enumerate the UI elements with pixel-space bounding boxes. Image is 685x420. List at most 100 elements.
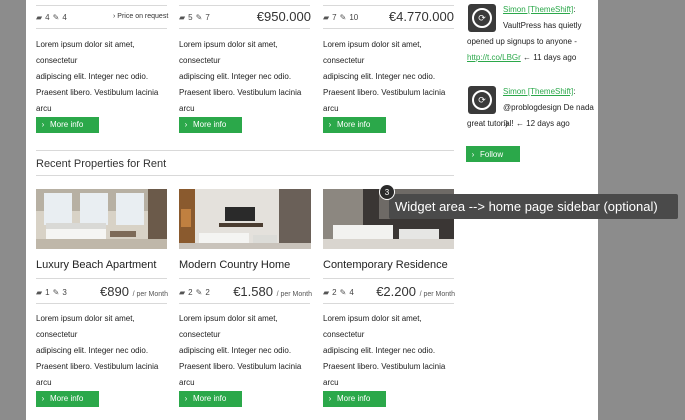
property-title[interactable]: Modern Country Home — [179, 259, 290, 271]
divider — [323, 303, 454, 304]
listing-meta: ▰ 2 ✎ 2 — [179, 285, 210, 299]
more-info-label: More info — [337, 120, 371, 129]
desc-line: Praesent libero. Vestibulum lacinia arcu — [179, 362, 302, 387]
bed-icon: ▰ — [36, 287, 43, 297]
tweet-author-link[interactable]: Simon [ThemeShift] — [503, 87, 573, 96]
divider — [323, 28, 454, 29]
chevron-right-icon: › — [41, 120, 45, 129]
more-info-label: More info — [337, 394, 371, 403]
price-request: › Price on request — [113, 13, 168, 20]
divider — [36, 28, 167, 29]
listing-price: €4.770.000 — [388, 9, 454, 24]
tweet-text: great tutorial! — [467, 119, 514, 128]
property-title[interactable]: Luxury Beach Apartment — [36, 259, 156, 271]
price-value: €2.200 — [376, 284, 416, 299]
desc-line: Praesent libero. Vestibulum lacinia arcu — [323, 362, 446, 387]
desc-line: Praesent libero. Vestibulum lacinia arcu — [36, 88, 159, 113]
tooltip-number-badge[interactable]: 3 — [379, 184, 395, 200]
chevron-right-icon: › — [184, 120, 188, 129]
more-info-button[interactable]: › More info — [323, 391, 386, 407]
price-value: €890 — [100, 284, 129, 299]
divider — [179, 303, 310, 304]
avatar[interactable]: ⟳ — [468, 4, 496, 32]
desc-line: adipiscing elit. Integer nec odio. — [323, 72, 436, 81]
desc-line: Lorem ipsum dolor sit amet, consectetur — [36, 314, 135, 339]
property-title[interactable]: Contemporary Residence — [323, 259, 448, 271]
desc-line: Praesent libero. Vestibulum lacinia arcu — [36, 362, 159, 387]
desc-line: Praesent libero. Vestibulum lacinia arcu — [323, 88, 446, 113]
desc-line: Lorem ipsum dolor sit amet, consectetur — [323, 40, 422, 65]
listing-price: €2.200 / per Month — [370, 284, 455, 299]
bath-icon: ✎ — [52, 12, 60, 22]
tweet-text: opened up signups to anyone - — [467, 37, 577, 46]
baths-count: 4 — [349, 287, 354, 297]
desc-line: adipiscing elit. Integer nec odio. — [179, 72, 292, 81]
section-title: Recent Properties for Rent — [36, 158, 167, 170]
baths-count: 7 — [205, 12, 210, 22]
more-info-button[interactable]: › More info — [323, 117, 386, 133]
listing-meta: ▰ 5 ✎ 7 — [179, 10, 210, 24]
price-value: €1.580 — [233, 284, 273, 299]
baths-count: 3 — [62, 287, 67, 297]
avatar-logo-icon: ⟳ — [472, 90, 492, 110]
property-photo[interactable] — [179, 189, 311, 249]
more-info-label: More info — [50, 394, 84, 403]
beds-count: 1 — [45, 287, 50, 297]
widget-area-tooltip: Widget area --> home page sidebar (optio… — [389, 194, 678, 219]
listing-price: €1.580 / per Month — [226, 284, 312, 299]
follow-button[interactable]: › Follow — [466, 146, 520, 162]
baths-count: 4 — [62, 12, 67, 22]
divider — [36, 278, 167, 279]
chevron-right-icon: › — [113, 13, 116, 20]
chevron-right-icon: › — [328, 394, 332, 403]
tweet-link[interactable]: http://t.co/LBGr — [467, 53, 521, 62]
listing-meta: ▰ 7 ✎ 10 — [323, 10, 358, 24]
bed-icon: ▰ — [179, 287, 186, 297]
bed-icon: ▰ — [323, 12, 330, 22]
beds-count: 7 — [332, 12, 337, 22]
more-info-button[interactable]: › More info — [36, 391, 99, 407]
listing-price: €890 / per Month — [95, 284, 168, 299]
tweet-time: ← 11 days ago — [523, 53, 577, 62]
divider — [179, 28, 310, 29]
tweet-continued: great tutorial! ← 12 days ago — [467, 116, 597, 132]
desc-line: Lorem ipsum dolor sit amet, consectetur — [179, 314, 278, 339]
tweet-continued: opened up signups to anyone - http://t.c… — [467, 34, 597, 66]
more-info-label: More info — [193, 394, 227, 403]
more-info-button[interactable]: › More info — [179, 391, 242, 407]
avatar[interactable]: ⟳ — [468, 86, 496, 114]
beds-count: 4 — [45, 12, 50, 22]
tweet: Simon [ThemeShift]: VaultPress has quiet… — [503, 2, 596, 34]
bed-icon: ▰ — [36, 12, 43, 22]
price-period: / per Month — [276, 291, 312, 298]
tweet-author-link[interactable]: Simon [ThemeShift] — [503, 5, 573, 14]
divider — [323, 278, 454, 279]
more-info-button[interactable]: › More info — [179, 117, 242, 133]
more-info-label: More info — [50, 120, 84, 129]
bed-icon: ▰ — [179, 12, 186, 22]
bath-icon: ✎ — [339, 287, 347, 297]
more-info-button[interactable]: › More info — [36, 117, 99, 133]
desc-line: Lorem ipsum dolor sit amet, consectetur — [36, 40, 135, 65]
price-period: / per Month — [132, 291, 168, 298]
beds-count: 5 — [188, 12, 193, 22]
price-period: / per Month — [419, 291, 455, 298]
listing-price: €950.000 — [256, 9, 311, 24]
beds-count: 2 — [332, 287, 337, 297]
property-photo[interactable] — [36, 189, 167, 249]
tweet-text: VaultPress has quietly — [503, 21, 582, 30]
bath-icon: ✎ — [52, 287, 60, 297]
listing-meta: ▰ 4 ✎ 4 — [36, 10, 67, 24]
price-note: Price on request — [117, 13, 169, 20]
tweet-time: ← 12 days ago — [515, 119, 570, 128]
page: ▰ 4 ✎ 4 › Price on request ▰ 5 ✎ 7 €950.… — [0, 0, 685, 420]
bath-icon: ✎ — [195, 287, 203, 297]
section-divider — [36, 150, 454, 151]
desc-line: Lorem ipsum dolor sit amet, consectetur — [323, 314, 422, 339]
divider — [323, 5, 454, 6]
section-divider — [36, 175, 454, 176]
bath-icon: ✎ — [195, 12, 203, 22]
baths-count: 2 — [205, 287, 210, 297]
tooltip-text: Widget area --> home page sidebar (optio… — [395, 199, 658, 214]
listing-meta: ▰ 1 ✎ 3 — [36, 285, 67, 299]
